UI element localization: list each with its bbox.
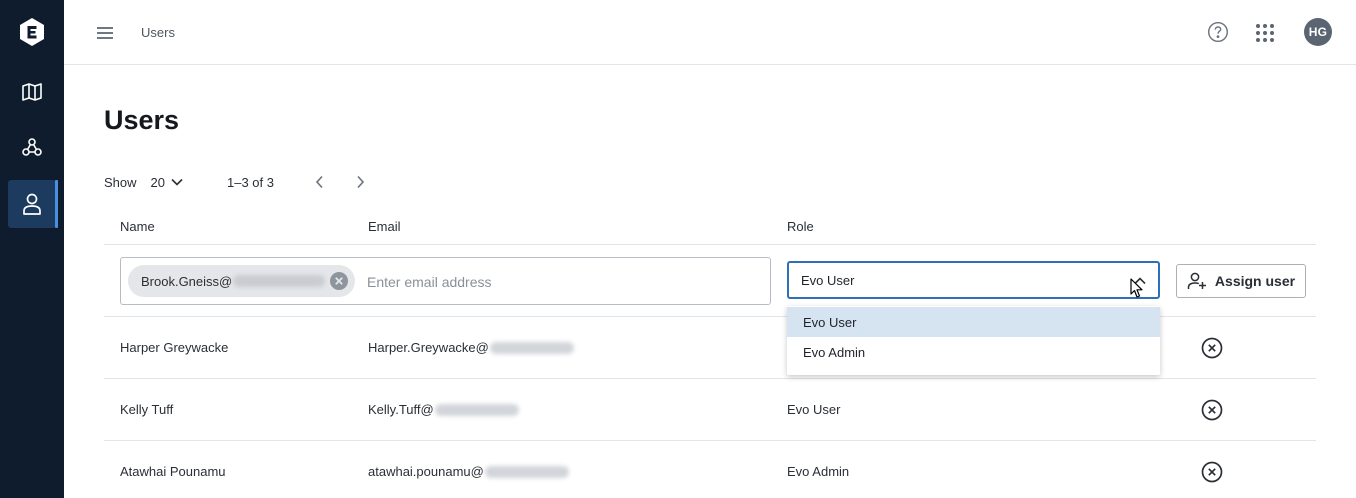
breadcrumb: Users	[141, 25, 175, 40]
assign-user-button[interactable]: Assign user	[1176, 264, 1306, 298]
role-select-value: Evo User	[801, 273, 855, 288]
help-circle-icon	[1207, 21, 1229, 43]
hierarchy-icon	[22, 138, 42, 156]
remove-user-icon[interactable]	[1200, 460, 1224, 484]
row-role: Evo Admin	[787, 464, 850, 479]
hamburger-icon	[97, 27, 113, 39]
role-option-evo-user[interactable]: Evo User	[787, 307, 1160, 337]
row-email: Harper.Greywacke@	[368, 340, 574, 355]
row-name: Atawhai Pounamu	[120, 464, 226, 479]
redacted-domain	[233, 275, 326, 287]
app-grid-icon	[1256, 24, 1274, 42]
previous-page-icon[interactable]	[312, 174, 328, 190]
divider	[104, 244, 1316, 245]
row-email-text: Kelly.Tuff@	[368, 402, 434, 417]
row-email-text: atawhai.pounamu@	[368, 464, 484, 479]
page-size-select[interactable]: 20	[151, 175, 183, 190]
assign-user-label: Assign user	[1214, 273, 1296, 289]
email-multi-input[interactable]: Brook.Gneiss@	[120, 257, 771, 305]
remove-user-icon[interactable]	[1200, 398, 1224, 422]
email-chip: Brook.Gneiss@	[128, 265, 356, 297]
row-name: Kelly Tuff	[120, 402, 174, 417]
divider	[104, 440, 1316, 441]
help-button[interactable]	[1207, 21, 1229, 43]
add-user-icon	[1187, 272, 1206, 289]
remove-user-icon[interactable]	[1200, 336, 1224, 360]
top-header: Users HG	[64, 0, 1356, 65]
chip-email-text: Brook.Gneiss@	[141, 273, 233, 289]
brand-logo[interactable]	[18, 17, 46, 47]
column-header-email: Email	[368, 219, 401, 234]
redacted-domain	[434, 403, 519, 416]
row-email: atawhai.pounamu@	[368, 464, 569, 479]
row-email-text: Harper.Greywacke@	[368, 340, 489, 355]
row-email: Kelly.Tuff@	[368, 402, 519, 417]
remove-chip-icon[interactable]	[329, 271, 349, 291]
menu-toggle-button[interactable]	[94, 22, 116, 44]
next-page-icon[interactable]	[352, 174, 368, 190]
role-select[interactable]: Evo User	[787, 261, 1160, 299]
sidebar-item-map[interactable]	[8, 68, 56, 116]
show-label: Show	[104, 174, 137, 190]
redacted-domain	[484, 465, 569, 478]
user-icon	[23, 193, 41, 215]
role-option-evo-admin[interactable]: Evo Admin	[787, 337, 1160, 367]
row-role: Evo User	[787, 402, 841, 417]
column-header-name: Name	[120, 219, 155, 234]
email-input[interactable]	[367, 272, 747, 292]
divider	[104, 378, 1316, 379]
map-icon	[22, 83, 42, 101]
sidebar	[0, 0, 64, 498]
chevron-down-icon	[171, 178, 183, 186]
redacted-domain	[489, 341, 574, 354]
avatar[interactable]: HG	[1304, 18, 1332, 46]
mouse-cursor-icon	[1130, 278, 1143, 298]
apps-button[interactable]	[1254, 22, 1276, 44]
page-title: Users	[104, 105, 180, 135]
sidebar-item-users[interactable]	[8, 180, 58, 228]
sidebar-item-workspaces[interactable]	[8, 124, 56, 172]
pagination-bar: Show 20 1–3 of 3	[104, 172, 368, 192]
column-header-role: Role	[787, 219, 814, 234]
role-dropdown-menu: Evo User Evo Admin	[787, 306, 1160, 375]
row-name: Harper Greywacke	[120, 340, 229, 355]
page-size-value: 20	[150, 174, 165, 190]
page-range: 1–3 of 3	[227, 174, 274, 190]
